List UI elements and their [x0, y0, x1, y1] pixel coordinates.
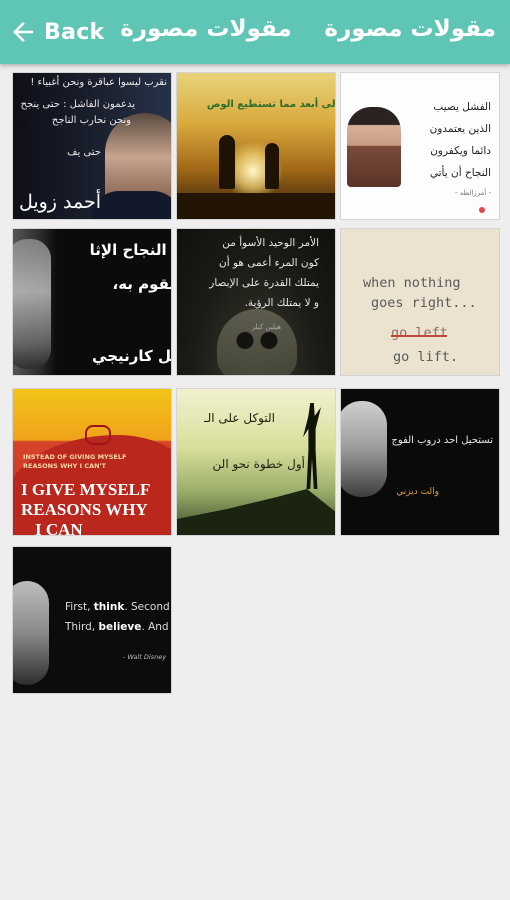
app-title: مقولات مصورة: [324, 16, 496, 42]
ground: [177, 193, 335, 219]
portrait-figure: [13, 581, 49, 685]
portrait-figure: [341, 401, 387, 497]
quote-big-text: I GIVE MYSELF: [21, 480, 151, 499]
back-button[interactable]: Back: [8, 14, 105, 50]
quote-text: يل كارنيجي: [92, 347, 172, 365]
quote-text: تصل إلى أبعد مما تستطيع الوص: [206, 99, 336, 110]
portrait-figure: [91, 191, 171, 219]
quote-image-tile[interactable]: تصل إلى أبعد مما تستطيع الوص: [176, 72, 336, 220]
quote-text: كون المرء أعمى هو أن: [219, 257, 319, 269]
quote-image-tile[interactable]: التوكل على الـ أول خطوة نحو الن: [176, 388, 336, 536]
quote-text-part: . Second: [124, 601, 170, 613]
quote-text: حتى يف: [67, 147, 101, 158]
quote-text: و لا يمتلك الرؤية.: [244, 297, 319, 309]
quote-image-tile[interactable]: الأمر الوحيد الأسوأ من كون المرء أعمى هو…: [176, 228, 336, 376]
quote-text: First, think. Second: [65, 601, 170, 614]
strike-line: [391, 335, 447, 337]
quote-text: الأمر الوحيد الأسوأ من: [222, 237, 319, 249]
quote-text: when nothing: [363, 275, 461, 291]
quote-text-bold: believe: [98, 621, 142, 633]
quote-image-tile[interactable]: INSTEAD OF GIVING MYSELF REASONS WHY I C…: [12, 388, 172, 536]
quote-text-bold: think: [93, 601, 125, 613]
portrait-figure: [347, 107, 401, 187]
quote-text: ونحن نحارب الناجح: [51, 115, 131, 126]
signature-text: أحمد زويل: [18, 191, 101, 214]
quote-text: تستحيل احد دروب الفوج: [391, 435, 493, 446]
portrait-figure: [13, 239, 51, 369]
quote-text-part: First,: [65, 601, 94, 613]
back-label: Back: [44, 19, 105, 45]
runner-silhouette: [265, 143, 279, 189]
runner-silhouette: [219, 135, 235, 189]
quote-text: النجاح أن يأتي: [429, 167, 491, 179]
red-dot: [479, 207, 485, 213]
author-text: - أمرزالطه -: [454, 189, 491, 197]
quote-small-text: INSTEAD OF GIVING MYSELF: [23, 453, 127, 461]
arrow-left-icon: [13, 22, 33, 42]
quote-text: go lift.: [393, 349, 459, 365]
quote-text: أول خطوة نحو الن: [212, 457, 305, 471]
quote-small-text: REASONS WHY I CAN'T: [23, 462, 106, 470]
quote-text: goes right...: [371, 295, 477, 311]
quote-text: go left: [391, 325, 448, 341]
quote-text-part: Third,: [65, 621, 99, 633]
app-bar: Back مقولات مصورة مقولات مصورة: [0, 0, 510, 64]
quote-text: يدعمون الفاشل : حتى ينجح: [20, 99, 135, 110]
quote-big-text: REASONS WHY: [21, 500, 148, 519]
quote-text: دائما ويكفرون: [430, 145, 491, 157]
quote-text-part: . And fir: [141, 621, 171, 633]
quote-image-tile[interactable]: الفشل يصيب الذين يعتمدون دائما ويكفرون ا…: [340, 72, 500, 220]
quote-image-tile[interactable]: نقرب ليسوا عباقرة ونحن أغبياء ! يدعمون ا…: [12, 72, 172, 220]
quote-text: Third, believe. And fir: [65, 621, 171, 634]
quote-text: تقوم به،: [112, 275, 172, 293]
quote-text: الفشل يصيب: [433, 101, 491, 113]
signature-text: والت ديزني: [396, 487, 439, 497]
quote-text: نقرب ليسوا عباقرة ونحن أغبياء !: [30, 77, 167, 88]
quote-image-tile[interactable]: when nothing goes right... go left go li…: [340, 228, 500, 376]
quote-text: التوكل على الـ: [204, 411, 275, 425]
quote-text: الذين يعتمدون: [429, 123, 491, 135]
quote-text: يق النجاح الإثا: [89, 241, 171, 259]
quote-image-tile[interactable]: First, think. Second Third, believe. And…: [12, 546, 172, 694]
quote-big-text: I CAN: [35, 520, 83, 536]
author-text: هيلين كيلر: [251, 323, 281, 331]
signature-text: - Walt Disney: [123, 653, 167, 661]
quote-image-tile[interactable]: يق النجاح الإثا تقوم به، يل كارنيجي: [12, 228, 172, 376]
quote-text: يمتلك القدرة على الإبصار: [209, 277, 319, 289]
page-title: مقولات مصورة: [120, 16, 292, 42]
cyclist-icon: [85, 425, 111, 445]
quote-image-tile[interactable]: تستحيل احد دروب الفوج والت ديزني: [340, 388, 500, 536]
